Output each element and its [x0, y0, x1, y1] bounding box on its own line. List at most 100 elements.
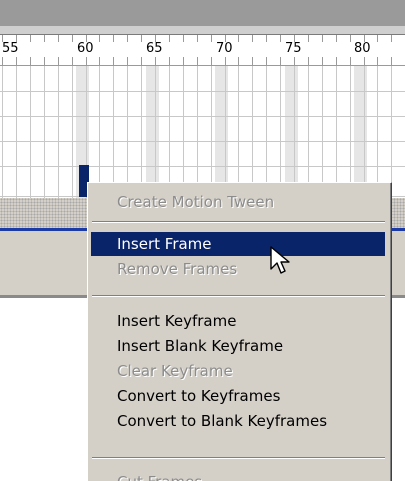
ruler-tick: [99, 35, 100, 42]
ruler-tick: [2, 35, 3, 42]
frame-column-line: [266, 66, 267, 198]
frame-column-line: [127, 66, 128, 198]
frame-column-line: [364, 66, 365, 198]
ruler-tick: [183, 35, 184, 42]
ruler-tick: [322, 57, 323, 65]
ruler-tick: [294, 57, 295, 65]
frame-column-line: [391, 66, 392, 198]
menu-item-remove-frames: Remove Frames: [117, 260, 238, 278]
ruler-tick: [86, 35, 87, 42]
menu-item-insert-blank-keyframe[interactable]: Insert Blank Keyframe: [91, 334, 385, 358]
menu-item-cut-frames: Cut Frames: [91, 470, 385, 481]
ruler-tick: [364, 57, 365, 65]
ruler-tick: [99, 57, 100, 65]
frame-band: [285, 66, 298, 198]
ruler-tick: [16, 57, 17, 65]
menu-item-convert-to-keyframes[interactable]: Convert to Keyframes: [91, 384, 385, 408]
frame-column-line: [238, 66, 239, 198]
ruler-tick: [211, 57, 212, 65]
frame-band: [215, 66, 228, 198]
frame-column-line: [308, 66, 309, 198]
ruler-tick: [141, 57, 142, 65]
ruler-tick: [155, 35, 156, 42]
ruler-tick: [238, 35, 239, 42]
frame-column-line: [141, 66, 142, 198]
menu-separator: [92, 295, 385, 297]
context-menu: Create Motion Tween Insert Frame Remove …: [87, 182, 392, 481]
frame-column-line: [30, 66, 31, 198]
ruler-tick: [16, 35, 17, 42]
ruler-tick: [127, 35, 128, 42]
frame-column-line: [155, 66, 156, 198]
ruler-label-70: 70: [216, 41, 233, 56]
ruler-tick: [364, 35, 365, 42]
ruler-tick: [377, 35, 378, 42]
ruler-tick: [225, 35, 226, 42]
ruler-tick: [30, 35, 31, 42]
ruler-tick: [252, 35, 253, 42]
ruler-tick: [308, 35, 309, 42]
ruler-tick: [113, 35, 114, 42]
ruler-tick: [127, 57, 128, 65]
ruler-tick: [58, 35, 59, 42]
ruler-tick: [266, 57, 267, 65]
frame-band: [354, 66, 367, 198]
frame-column-line: [58, 66, 59, 198]
menu-item-convert-to-blank-keyframes[interactable]: Convert to Blank Keyframes: [91, 409, 385, 433]
ruler-tick: [280, 57, 281, 65]
frame-column-line: [2, 66, 3, 198]
ruler-label-60: 60: [77, 41, 94, 56]
frame-column-line: [113, 66, 114, 198]
ruler-tick: [169, 57, 170, 65]
ruler-tick: [211, 35, 212, 42]
ruler-tick: [113, 57, 114, 65]
frame-column-line: [294, 66, 295, 198]
ruler-tick: [155, 57, 156, 65]
ruler-tick: [350, 35, 351, 42]
ruler-tick: [197, 57, 198, 65]
ruler-tick: [30, 57, 31, 65]
menu-separator: [92, 457, 385, 459]
frame-column-line: [44, 66, 45, 198]
ruler-label-55: 55: [2, 41, 19, 56]
ruler-tick: [58, 57, 59, 65]
timeline-window: 55 60 65 70 75 80 Create Motion Tween In…: [0, 0, 405, 481]
frame-column-line: [322, 66, 323, 198]
ruler-tick: [169, 35, 170, 42]
ruler-tick: [86, 57, 87, 65]
ruler-label-65: 65: [146, 41, 163, 56]
frame-column-line: [280, 66, 281, 198]
frame-grid[interactable]: [0, 66, 405, 198]
frame-column-line: [336, 66, 337, 198]
frame-column-line: [99, 66, 100, 198]
ruler-tick: [322, 35, 323, 42]
layer-row-line: [0, 91, 405, 92]
menu-item-insert-frame[interactable]: Insert Frame: [91, 232, 385, 256]
menu-item-insert-keyframe[interactable]: Insert Keyframe: [91, 309, 385, 333]
menu-separator: [92, 221, 385, 223]
frame-column-line: [197, 66, 198, 198]
ruler-tick: [391, 57, 392, 65]
ruler-tick: [2, 57, 3, 65]
ruler-tick: [252, 57, 253, 65]
ruler-tick: [280, 35, 281, 42]
frame-column-line: [211, 66, 212, 198]
frame-column-line: [377, 66, 378, 198]
layer-row-line: [0, 166, 405, 167]
frame-column-line: [72, 66, 73, 198]
ruler-tick: [391, 35, 392, 42]
ruler-tick: [197, 35, 198, 42]
frame-column-line: [225, 66, 226, 198]
ruler-tick: [377, 57, 378, 65]
layer-row-line: [0, 141, 405, 142]
ruler-tick: [183, 57, 184, 65]
frame-ruler[interactable]: 55 60 65 70 75 80: [0, 35, 405, 66]
frame-column-line: [183, 66, 184, 198]
ruler-tick: [44, 35, 45, 42]
ruler-tick: [72, 35, 73, 42]
ruler-tick: [44, 57, 45, 65]
frame-column-line: [16, 66, 17, 198]
ruler-label-80: 80: [354, 41, 371, 56]
ruler-tick: [308, 57, 309, 65]
ruler-label-75: 75: [285, 41, 302, 56]
